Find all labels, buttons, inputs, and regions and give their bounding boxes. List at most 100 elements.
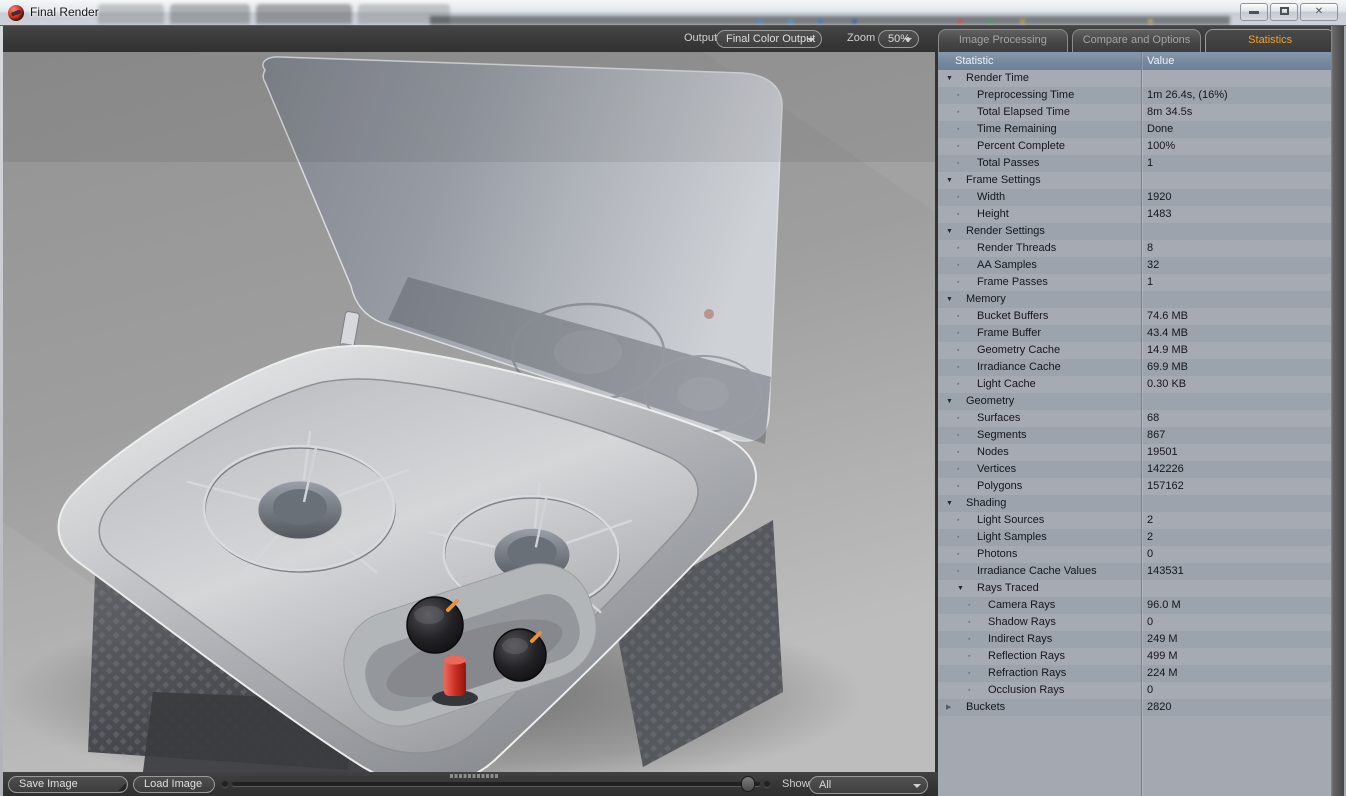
table-row[interactable]: ▼Rays Traced bbox=[938, 580, 1331, 597]
table-row[interactable]: ▪Render Threads8 bbox=[938, 240, 1331, 257]
bullet-icon: ▪ bbox=[957, 87, 959, 104]
collapse-triangle-icon[interactable]: ▼ bbox=[946, 393, 953, 410]
stat-label: Geometry bbox=[966, 393, 1014, 410]
bullet-icon: ▪ bbox=[957, 274, 959, 291]
bullet-icon: ▪ bbox=[957, 427, 959, 444]
save-image-button[interactable]: Save Image bbox=[8, 776, 128, 793]
tab-compare-and-options[interactable]: Compare and Options bbox=[1072, 29, 1202, 52]
stat-label: Refraction Rays bbox=[988, 665, 1066, 682]
bullet-icon: ▪ bbox=[957, 257, 959, 274]
table-row[interactable]: ▪Time RemainingDone bbox=[938, 121, 1331, 138]
table-row[interactable]: ▪Preprocessing Time1m 26.4s, (16%) bbox=[938, 87, 1331, 104]
table-row[interactable]: ▪Camera Rays96.0 M bbox=[938, 597, 1331, 614]
collapse-triangle-icon[interactable]: ▼ bbox=[946, 70, 953, 87]
table-row[interactable]: ▪Frame Buffer43.4 MB bbox=[938, 325, 1331, 342]
table-row[interactable]: ▪Light Cache0.30 KB bbox=[938, 376, 1331, 393]
table-row[interactable]: ▪Polygons157162 bbox=[938, 478, 1331, 495]
table-row[interactable]: ▼ Render Settings bbox=[938, 223, 1331, 240]
minimize-button[interactable]: ▬ bbox=[1240, 3, 1268, 21]
table-row[interactable]: ▶Buckets2820 bbox=[938, 699, 1331, 716]
collapse-triangle-icon[interactable]: ▼ bbox=[946, 495, 953, 512]
chevron-down-icon bbox=[807, 38, 815, 42]
table-row[interactable]: ▪AA Samples32 bbox=[938, 257, 1331, 274]
show-dropdown[interactable]: All bbox=[809, 776, 928, 794]
output-label: Output bbox=[684, 32, 717, 44]
table-row[interactable]: ▪Total Elapsed Time8m 34.5s bbox=[938, 104, 1331, 121]
table-row[interactable]: ▼Memory bbox=[938, 291, 1331, 308]
table-row[interactable]: ▪Photons0 bbox=[938, 546, 1331, 563]
tab-image-processing[interactable]: Image Processing bbox=[938, 29, 1068, 52]
bullet-icon: ▪ bbox=[957, 376, 959, 393]
preview-slider[interactable] bbox=[232, 782, 760, 786]
table-row[interactable]: ▪Geometry Cache14.9 MB bbox=[938, 342, 1331, 359]
table-row[interactable]: ▪Light Sources2 bbox=[938, 512, 1331, 529]
table-row[interactable]: ▪Percent Complete100% bbox=[938, 138, 1331, 155]
close-button[interactable]: ✕ bbox=[1300, 3, 1338, 21]
stat-label: Reflection Rays bbox=[988, 648, 1065, 665]
stat-value: 100% bbox=[1147, 138, 1175, 155]
bullet-icon: ▪ bbox=[957, 512, 959, 529]
table-row[interactable]: ▪ Refraction Rays 224 M bbox=[938, 665, 1331, 682]
stat-value: Done bbox=[1147, 121, 1173, 138]
bullet-icon: ▪ bbox=[968, 648, 970, 665]
stats-rows: ▼Render Time▪Preprocessing Time1m 26.4s,… bbox=[938, 70, 1331, 716]
table-row[interactable]: ▪ Frame Passes 1 bbox=[938, 274, 1331, 291]
table-row[interactable]: ▼Render Time bbox=[938, 70, 1331, 87]
table-header: Statistic Value bbox=[938, 52, 1331, 70]
expand-triangle-icon[interactable]: ▶ bbox=[946, 699, 951, 716]
table-row[interactable]: ▪Shadow Rays0 bbox=[938, 614, 1331, 631]
bullet-icon: ▪ bbox=[968, 665, 970, 682]
output-dropdown[interactable]: Final Color Output bbox=[716, 30, 822, 48]
table-row[interactable]: ▼Shading bbox=[938, 495, 1331, 512]
table-row[interactable]: ▪Light Samples2 bbox=[938, 529, 1331, 546]
stat-value: 2 bbox=[1147, 512, 1153, 529]
table-row[interactable]: ▪Bucket Buffers74.6 MB bbox=[938, 308, 1331, 325]
bullet-icon: ▪ bbox=[968, 597, 970, 614]
stat-value: 96.0 M bbox=[1147, 597, 1181, 614]
table-row[interactable]: ▪Height1483 bbox=[938, 206, 1331, 223]
table-row[interactable]: ▪Nodes19501 bbox=[938, 444, 1331, 461]
table-row[interactable]: ▪Reflection Rays499 M bbox=[938, 648, 1331, 665]
stat-value: 867 bbox=[1147, 427, 1165, 444]
stat-value: 0.30 KB bbox=[1147, 376, 1186, 393]
slider-end-dot bbox=[764, 781, 770, 787]
table-row[interactable]: ▪Irradiance Cache Values143531 bbox=[938, 563, 1331, 580]
table-row[interactable]: ▼ Geometry bbox=[938, 393, 1331, 410]
stat-value: 224 M bbox=[1147, 665, 1178, 682]
tabs: Image ProcessingCompare and OptionsStati… bbox=[938, 29, 1335, 52]
stat-value: 69.9 MB bbox=[1147, 359, 1188, 376]
app-icon bbox=[8, 5, 24, 21]
title-bar[interactable]: Final Render ▬ ✕ bbox=[0, 0, 1346, 26]
table-row[interactable]: ▪Surfaces68 bbox=[938, 410, 1331, 427]
stat-value: 1 bbox=[1147, 274, 1153, 291]
stat-label: Frame Passes bbox=[977, 274, 1048, 291]
stat-value: 43.4 MB bbox=[1147, 325, 1188, 342]
collapse-triangle-icon[interactable]: ▼ bbox=[946, 172, 953, 189]
stat-value: 142226 bbox=[1147, 461, 1184, 478]
table-row[interactable]: ▪Vertices142226 bbox=[938, 461, 1331, 478]
bullet-icon: ▪ bbox=[957, 444, 959, 461]
table-row[interactable]: ▪Width1920 bbox=[938, 189, 1331, 206]
stat-value: 1 bbox=[1147, 155, 1153, 172]
table-row[interactable]: ▪Occlusion Rays0 bbox=[938, 682, 1331, 699]
table-row[interactable]: ▪Total Passes1 bbox=[938, 155, 1331, 172]
resize-grip[interactable] bbox=[450, 774, 498, 778]
maximize-button[interactable] bbox=[1270, 3, 1298, 21]
table-row[interactable]: ▪Segments867 bbox=[938, 427, 1331, 444]
zoom-dropdown[interactable]: 50% bbox=[878, 30, 919, 48]
collapse-triangle-icon[interactable]: ▼ bbox=[946, 291, 953, 308]
table-row[interactable]: ▪Irradiance Cache69.9 MB bbox=[938, 359, 1331, 376]
collapse-triangle-icon[interactable]: ▼ bbox=[946, 223, 953, 240]
stat-label: Percent Complete bbox=[977, 138, 1065, 155]
bullet-icon: ▪ bbox=[957, 342, 959, 359]
table-row[interactable]: ▼Frame Settings bbox=[938, 172, 1331, 189]
menu-fold-icon bbox=[118, 783, 126, 791]
table-row[interactable]: ▪Indirect Rays249 M bbox=[938, 631, 1331, 648]
load-image-button[interactable]: Load Image bbox=[133, 776, 215, 793]
chevron-down-icon bbox=[913, 784, 921, 788]
stat-label: AA Samples bbox=[977, 257, 1037, 274]
stat-label: Render Settings bbox=[966, 223, 1045, 240]
slider-handle[interactable] bbox=[741, 776, 755, 792]
collapse-triangle-icon[interactable]: ▼ bbox=[957, 580, 964, 597]
tab-statistics[interactable]: Statistics bbox=[1205, 29, 1335, 52]
